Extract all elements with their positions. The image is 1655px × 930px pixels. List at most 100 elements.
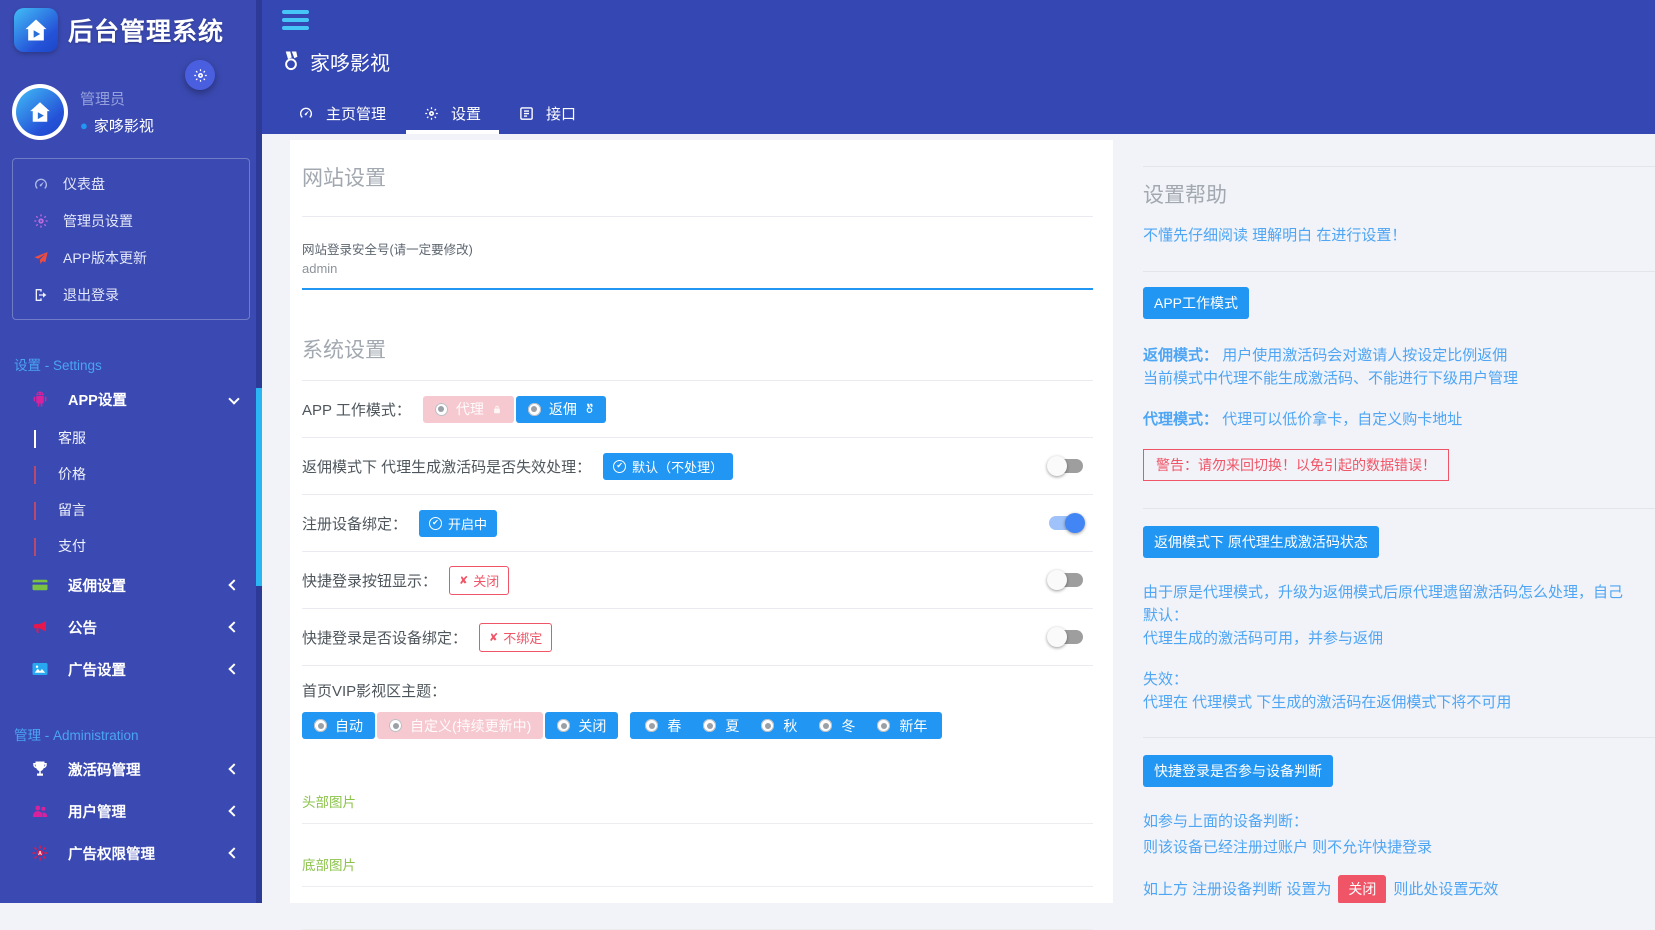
device-binding-toggle[interactable] <box>1049 516 1083 530</box>
chevron-left-icon <box>228 621 239 632</box>
sidebar-item-admin-settings[interactable]: 管理员设置 <box>13 202 249 239</box>
theme-season-newyear[interactable]: 新年 <box>866 716 938 736</box>
row-invalid-handling: 返佣模式下 代理生成激活码是否失效处理： ✔ 默认（不处理） <box>302 438 1093 495</box>
vip-theme-block: 首页VIP影视区主题： 自动 自定义(持续更新中) 关闭 <box>302 666 1093 743</box>
security-code-input[interactable]: admin <box>302 261 1093 276</box>
svg-text:A: A <box>38 851 42 857</box>
quick-login-binding-badge[interactable]: ✘ 不绑定 <box>479 623 552 652</box>
dashboard-icon <box>298 105 314 121</box>
invalid-handling-badge[interactable]: ✔ 默认（不处理） <box>603 453 733 480</box>
section-label-administration: 管理 - Administration <box>14 724 262 744</box>
help-tag-work-mode: APP工作模式 <box>1143 287 1249 319</box>
bullhorn-icon <box>30 618 50 636</box>
check-circle-icon: ✔ <box>613 460 626 473</box>
theme-off-option[interactable]: 关闭 <box>545 712 618 739</box>
help-panel: 设置帮助 不懂先仔细阅读 理解明白 在进行设置！ APP工作模式 返佣模式： 用… <box>1143 134 1655 903</box>
users-icon <box>30 802 50 820</box>
api-doc-icon <box>519 106 534 121</box>
top-bar: 家哆影视 主页管理 设置 接口 <box>262 0 1655 134</box>
dashboard-icon <box>31 176 51 192</box>
quick-login-button-toggle[interactable] <box>1049 573 1083 587</box>
hamburger-menu-icon[interactable] <box>282 10 309 34</box>
theme-season-summer[interactable]: 夏 <box>692 716 750 736</box>
radio-icon <box>761 719 774 732</box>
image-icon <box>30 660 50 678</box>
quick-login-button-badge[interactable]: ✘ 关闭 <box>449 566 509 595</box>
tab-api[interactable]: 接口 <box>501 92 594 134</box>
app-logo-icon <box>14 8 58 52</box>
gear-badge-icon: A <box>30 844 50 862</box>
work-mode-agent-option[interactable]: 代理 <box>423 396 514 423</box>
theme-season-group: 春 夏 秋 冬 新年 <box>630 712 942 739</box>
quick-login-binding-toggle[interactable] <box>1049 630 1083 644</box>
help-tag-code-status: 返佣模式下 原代理生成激活码状态 <box>1143 526 1379 558</box>
radio-icon <box>528 403 541 416</box>
sidebar-subitem-customer-service[interactable]: 客服 <box>0 420 262 456</box>
theme-custom-option[interactable]: 自定义(持续更新中) <box>377 712 543 739</box>
settings-form-card: 网站设置 网站登录安全号(请一定要修改) admin 系统设置 APP 工作模式… <box>290 140 1113 903</box>
radio-icon <box>819 719 832 732</box>
paper-plane-icon <box>31 250 51 266</box>
radio-icon <box>314 719 327 732</box>
sidebar-item-app-update[interactable]: APP版本更新 <box>13 239 249 276</box>
section-title-site: 网站设置 <box>302 162 1093 192</box>
footer-image-label: 底部图片 <box>302 854 1093 874</box>
row-quick-login-binding: 快捷登录是否设备绑定： ✘ 不绑定 <box>302 609 1093 666</box>
theme-season-winter[interactable]: 冬 <box>808 716 866 736</box>
app-logo-row: 后台管理系统 <box>0 0 262 52</box>
theme-season-spring[interactable]: 春 <box>634 716 692 736</box>
help-intro: 不懂先仔细阅读 理解明白 在进行设置！ <box>1143 224 1655 245</box>
check-circle-icon: ✔ <box>429 517 442 530</box>
sidebar-item-ad-permissions[interactable]: A 广告权限管理 <box>0 832 262 874</box>
theme-auto-option[interactable]: 自动 <box>302 712 375 739</box>
credit-card-icon <box>30 576 50 594</box>
sidebar-item-dashboard[interactable]: 仪表盘 <box>13 165 249 202</box>
radio-icon <box>389 719 402 732</box>
page-title: 家哆影视 <box>310 47 390 76</box>
sidebar-item-ad-settings[interactable]: 广告设置 <box>0 648 262 690</box>
tab-home-management[interactable]: 主页管理 <box>280 92 404 134</box>
invalid-handling-toggle[interactable] <box>1049 459 1083 473</box>
row-device-binding: 注册设备绑定： ✔ 开启中 <box>302 495 1093 552</box>
section-title-system: 系统设置 <box>302 334 1093 364</box>
radio-icon <box>703 719 716 732</box>
vip-theme-label: 首页VIP影视区主题： <box>302 680 1093 701</box>
security-code-label: 网站登录安全号(请一定要修改) <box>302 239 1093 258</box>
security-code-field[interactable]: 网站登录安全号(请一定要修改) admin <box>302 239 1093 290</box>
sidebar-subitem-payment[interactable]: 支付 <box>0 528 262 564</box>
radio-icon <box>877 719 890 732</box>
header-image-label: 头部图片 <box>302 791 1093 811</box>
chevron-down-icon <box>228 393 239 404</box>
settings-fab-button[interactable] <box>185 60 215 90</box>
gears-icon <box>31 213 51 229</box>
logout-icon <box>31 287 51 303</box>
arrow-right-icon <box>34 502 36 518</box>
sidebar-subitem-message[interactable]: 留言 <box>0 492 262 528</box>
arrow-right-icon <box>34 430 36 446</box>
sidebar-subitem-price[interactable]: 价格 <box>0 456 262 492</box>
theme-season-autumn[interactable]: 秋 <box>750 716 808 736</box>
arrow-right-icon <box>34 466 36 482</box>
android-icon <box>30 390 50 408</box>
sidebar-item-activation-codes[interactable]: 激活码管理 <box>0 748 262 790</box>
row-quick-login-button: 快捷登录按钮显示： ✘ 关闭 <box>302 552 1093 609</box>
tab-settings[interactable]: 设置 <box>406 92 499 134</box>
sidebar-item-rebate-settings[interactable]: 返佣设置 <box>0 564 262 606</box>
medal-icon <box>585 403 594 415</box>
medal-icon <box>282 51 300 73</box>
sidebar-item-app-settings[interactable]: APP设置 <box>0 378 262 420</box>
tab-bar: 主页管理 设置 接口 <box>280 92 596 134</box>
sidebar-scrollbar-thumb[interactable] <box>256 388 262 586</box>
sidebar-item-user-management[interactable]: 用户管理 <box>0 790 262 832</box>
trophy-icon <box>30 760 50 778</box>
chevron-left-icon <box>228 805 239 816</box>
sidebar-item-announcement[interactable]: 公告 <box>0 606 262 648</box>
sidebar-item-logout[interactable]: 退出登录 <box>13 276 249 313</box>
cross-icon: ✘ <box>489 631 498 644</box>
radio-icon <box>645 719 658 732</box>
radio-icon <box>435 403 448 416</box>
work-mode-rebate-option[interactable]: 返佣 <box>516 396 606 423</box>
chevron-left-icon <box>228 579 239 590</box>
device-binding-badge[interactable]: ✔ 开启中 <box>419 510 497 537</box>
chevron-left-icon <box>228 847 239 858</box>
